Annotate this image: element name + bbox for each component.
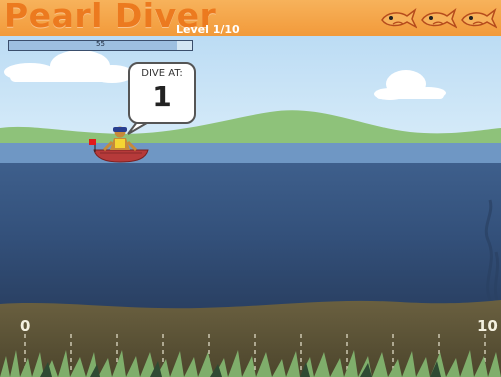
fish-life-icon	[461, 7, 497, 29]
fish-life-icon	[421, 7, 457, 29]
fish-life-icon	[381, 7, 417, 29]
progress-meter-value: 55	[96, 40, 105, 48]
lives-display	[379, 6, 497, 30]
progress-meter: 55	[8, 40, 193, 51]
dive-target-bubble: DIVE AT: 1	[128, 62, 196, 124]
level-indicator: Level 1/10	[176, 23, 240, 36]
dive-target-value: 1	[152, 80, 172, 113]
header-bar: Pearl Diver Level 1/10	[0, 0, 501, 36]
dive-depth-area[interactable]	[0, 163, 501, 377]
dive-target-label: DIVE AT:	[141, 68, 183, 79]
water-surface	[0, 143, 501, 164]
game-stage: Pearl Diver Level 1/10 55 DIVE AT: 1 0 1…	[0, 0, 501, 377]
